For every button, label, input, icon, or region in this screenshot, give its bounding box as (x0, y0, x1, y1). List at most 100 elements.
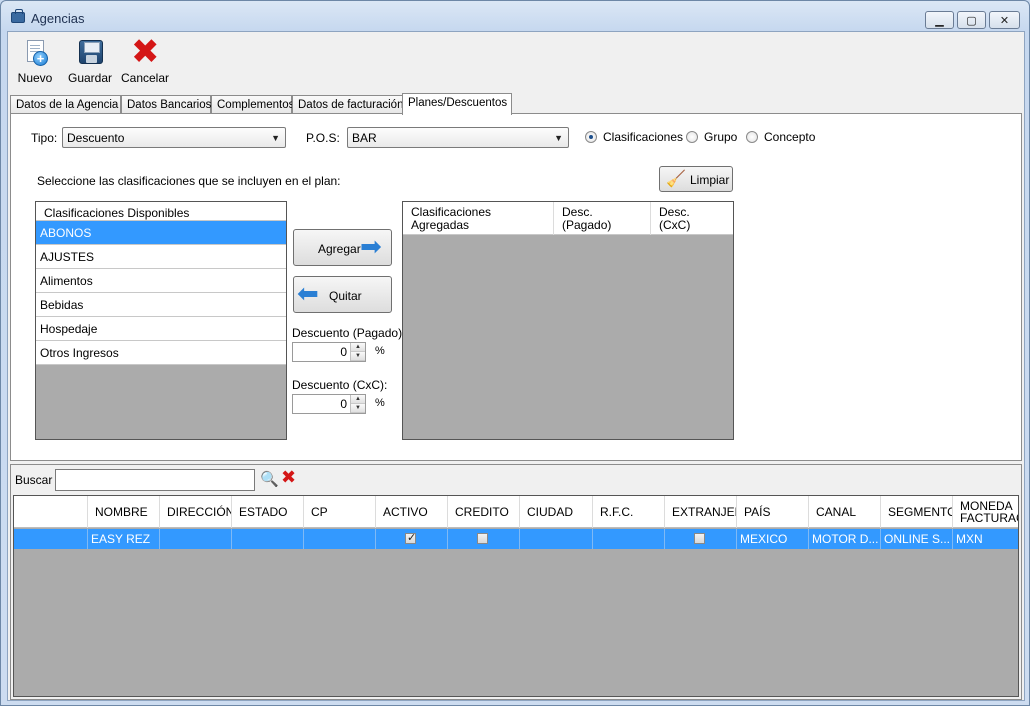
limpiar-button[interactable]: 🧹 Limpiar (659, 166, 733, 192)
col-activo[interactable]: ACTIVO (376, 496, 448, 528)
cell-moneda[interactable]: MXN (953, 529, 1018, 549)
tipo-value: Descuento (67, 131, 125, 145)
cell-credito[interactable] (448, 529, 520, 549)
list-item[interactable]: Hospedaje (36, 317, 286, 341)
activo-checkbox[interactable] (405, 531, 416, 544)
broom-icon: 🧹 (666, 169, 686, 188)
col-estado[interactable]: ESTADO (232, 496, 304, 528)
descuento-cxc-label: Descuento (CxC): (292, 378, 388, 392)
col-ciudad[interactable]: CIUDAD (520, 496, 593, 528)
minimize-button[interactable]: ▁ (925, 11, 954, 29)
cancel-button-label: Cancelar (120, 71, 170, 85)
arrow-right-icon: ➡ (360, 232, 382, 262)
instructions-label: Seleccione las clasificaciones que se in… (37, 174, 341, 188)
toolbar: + Nuevo Guardar ✖ Cancelar (8, 32, 1024, 90)
cell-pais[interactable]: MEXICO (737, 529, 809, 549)
col-cp[interactable]: CP (304, 496, 376, 528)
col-canal[interactable]: CANAL (809, 496, 881, 528)
col-row-header[interactable] (14, 496, 88, 528)
col-pais[interactable]: PAÍS (737, 496, 809, 528)
cell-nombre[interactable]: EASY REZ (88, 529, 160, 549)
cell-segmento[interactable]: ONLINE S... (881, 529, 953, 549)
col-segmento[interactable]: SEGMENTO (881, 496, 953, 528)
agregar-button[interactable]: Agregar ➡ (293, 229, 392, 266)
cell-activo[interactable] (376, 529, 448, 549)
col-desc-cxc[interactable]: Desc. (CxC) (651, 202, 733, 235)
radio-concepto[interactable]: Concepto (746, 130, 815, 144)
col-rfc[interactable]: R.F.C. (593, 496, 665, 528)
pos-combobox[interactable]: BAR ▼ (347, 127, 569, 148)
spin-down-icon[interactable]: ▼ (351, 352, 365, 361)
save-button-label: Guardar (67, 71, 113, 85)
red-x-icon: ✖ (131, 32, 160, 72)
spin-up-icon[interactable]: ▲ (351, 343, 365, 352)
new-button[interactable]: + Nuevo (12, 38, 58, 86)
cell-canal[interactable]: MOTOR D... (809, 529, 881, 549)
col-moneda-facturacion[interactable]: MONEDAFACTURACION (953, 496, 1018, 528)
agencies-search-panel: Buscar 🔍 ✖ NOMBRE DIRECCIÓN ESTADO CP AC… (10, 464, 1022, 700)
spin-up-icon[interactable]: ▲ (351, 395, 365, 404)
col-desc-pagado[interactable]: Desc. (Pagado) (554, 202, 651, 235)
list-item[interactable]: AJUSTES (36, 245, 286, 269)
search-input[interactable] (55, 469, 255, 491)
cell-rfc[interactable] (593, 529, 665, 549)
table-row[interactable]: EASY REZ MEXICO MOTO (14, 529, 1018, 549)
radio-grupo[interactable]: Grupo (686, 130, 737, 144)
tab-strip: Datos de la Agencia Datos Bancarios Comp… (10, 93, 1022, 115)
chevron-down-icon: ▼ (554, 133, 563, 143)
cell-estado[interactable] (232, 529, 304, 549)
agencias-window: Agencias ▁ ▢ ✕ + Nuevo Guardar ✖ Cancela… (0, 0, 1030, 706)
close-button[interactable]: ✕ (989, 11, 1020, 29)
cell-ciudad[interactable] (520, 529, 593, 549)
col-nombre[interactable]: NOMBRE (88, 496, 160, 528)
row-header-cell[interactable] (14, 529, 88, 549)
tab-planes-descuentos[interactable]: Planes/Descuentos (402, 93, 512, 115)
cell-extranjero[interactable] (665, 529, 737, 549)
client-area: + Nuevo Guardar ✖ Cancelar Datos de la A… (7, 31, 1025, 701)
descuento-pagado-stepper[interactable]: 0 ▲ ▼ (292, 342, 366, 362)
window-title: Agencias (31, 11, 85, 26)
col-direccion[interactable]: DIRECCIÓN (160, 496, 232, 528)
percent-label: % (375, 345, 385, 357)
tab-datos-bancarios[interactable]: Datos Bancarios (121, 95, 211, 114)
radio-unchecked-icon (746, 131, 758, 143)
radio-clasificaciones[interactable]: Clasificaciones (585, 130, 683, 144)
list-item[interactable]: Otros Ingresos (36, 341, 286, 365)
list-item[interactable]: Alimentos (36, 269, 286, 293)
col-clasificaciones-agregadas[interactable]: Clasificaciones Agregadas (403, 202, 554, 235)
maximize-button[interactable]: ▢ (957, 11, 986, 29)
col-extranjero[interactable]: EXTRANJERO (665, 496, 737, 528)
extranjero-checkbox[interactable] (694, 533, 705, 544)
tab-datos-facturacion[interactable]: Datos de facturación (292, 95, 403, 114)
arrow-left-icon: ⬅ (297, 279, 319, 309)
pos-value: BAR (352, 131, 377, 145)
descuento-pagado-label: Descuento (Pagado): (292, 326, 406, 340)
agencies-grid[interactable]: NOMBRE DIRECCIÓN ESTADO CP ACTIVO CREDIT… (13, 495, 1019, 697)
radio-clasificaciones-label: Clasificaciones (603, 130, 684, 144)
agregar-label: Agregar (318, 242, 361, 256)
clear-search-icon[interactable]: ✖ (281, 467, 296, 488)
save-button[interactable]: Guardar (62, 38, 118, 86)
search-icon[interactable]: 🔍 (260, 470, 279, 488)
briefcase-icon (11, 9, 25, 23)
quitar-button[interactable]: ⬅ Quitar (293, 276, 392, 313)
cancel-button[interactable]: ✖ Cancelar (120, 32, 170, 86)
list-item[interactable]: Bebidas (36, 293, 286, 317)
descuento-cxc-stepper[interactable]: 0 ▲ ▼ (292, 394, 366, 414)
available-header: Clasificaciones Disponibles (36, 202, 286, 221)
tab-complementos[interactable]: Complementos (211, 95, 294, 114)
tipo-combobox[interactable]: Descuento ▼ (62, 127, 286, 148)
cell-direccion[interactable] (160, 529, 232, 549)
spin-down-icon[interactable]: ▼ (351, 404, 365, 413)
radio-unchecked-icon (686, 131, 698, 143)
tab-datos-agencia[interactable]: Datos de la Agencia (10, 95, 121, 114)
tipo-label: Tipo: (31, 131, 58, 145)
quitar-label: Quitar (329, 289, 362, 303)
added-classifications-grid[interactable]: Clasificaciones Agregadas Desc. (Pagado) D… (402, 201, 734, 440)
available-classifications-list[interactable]: Clasificaciones Disponibles ABONOS AJUST… (35, 201, 287, 440)
col-credito[interactable]: CREDITO (448, 496, 520, 528)
list-item[interactable]: ABONOS (36, 221, 286, 245)
cell-cp[interactable] (304, 529, 376, 549)
credito-checkbox[interactable] (477, 533, 488, 544)
grid-header-row: NOMBRE DIRECCIÓN ESTADO CP ACTIVO CREDIT… (14, 496, 1018, 528)
